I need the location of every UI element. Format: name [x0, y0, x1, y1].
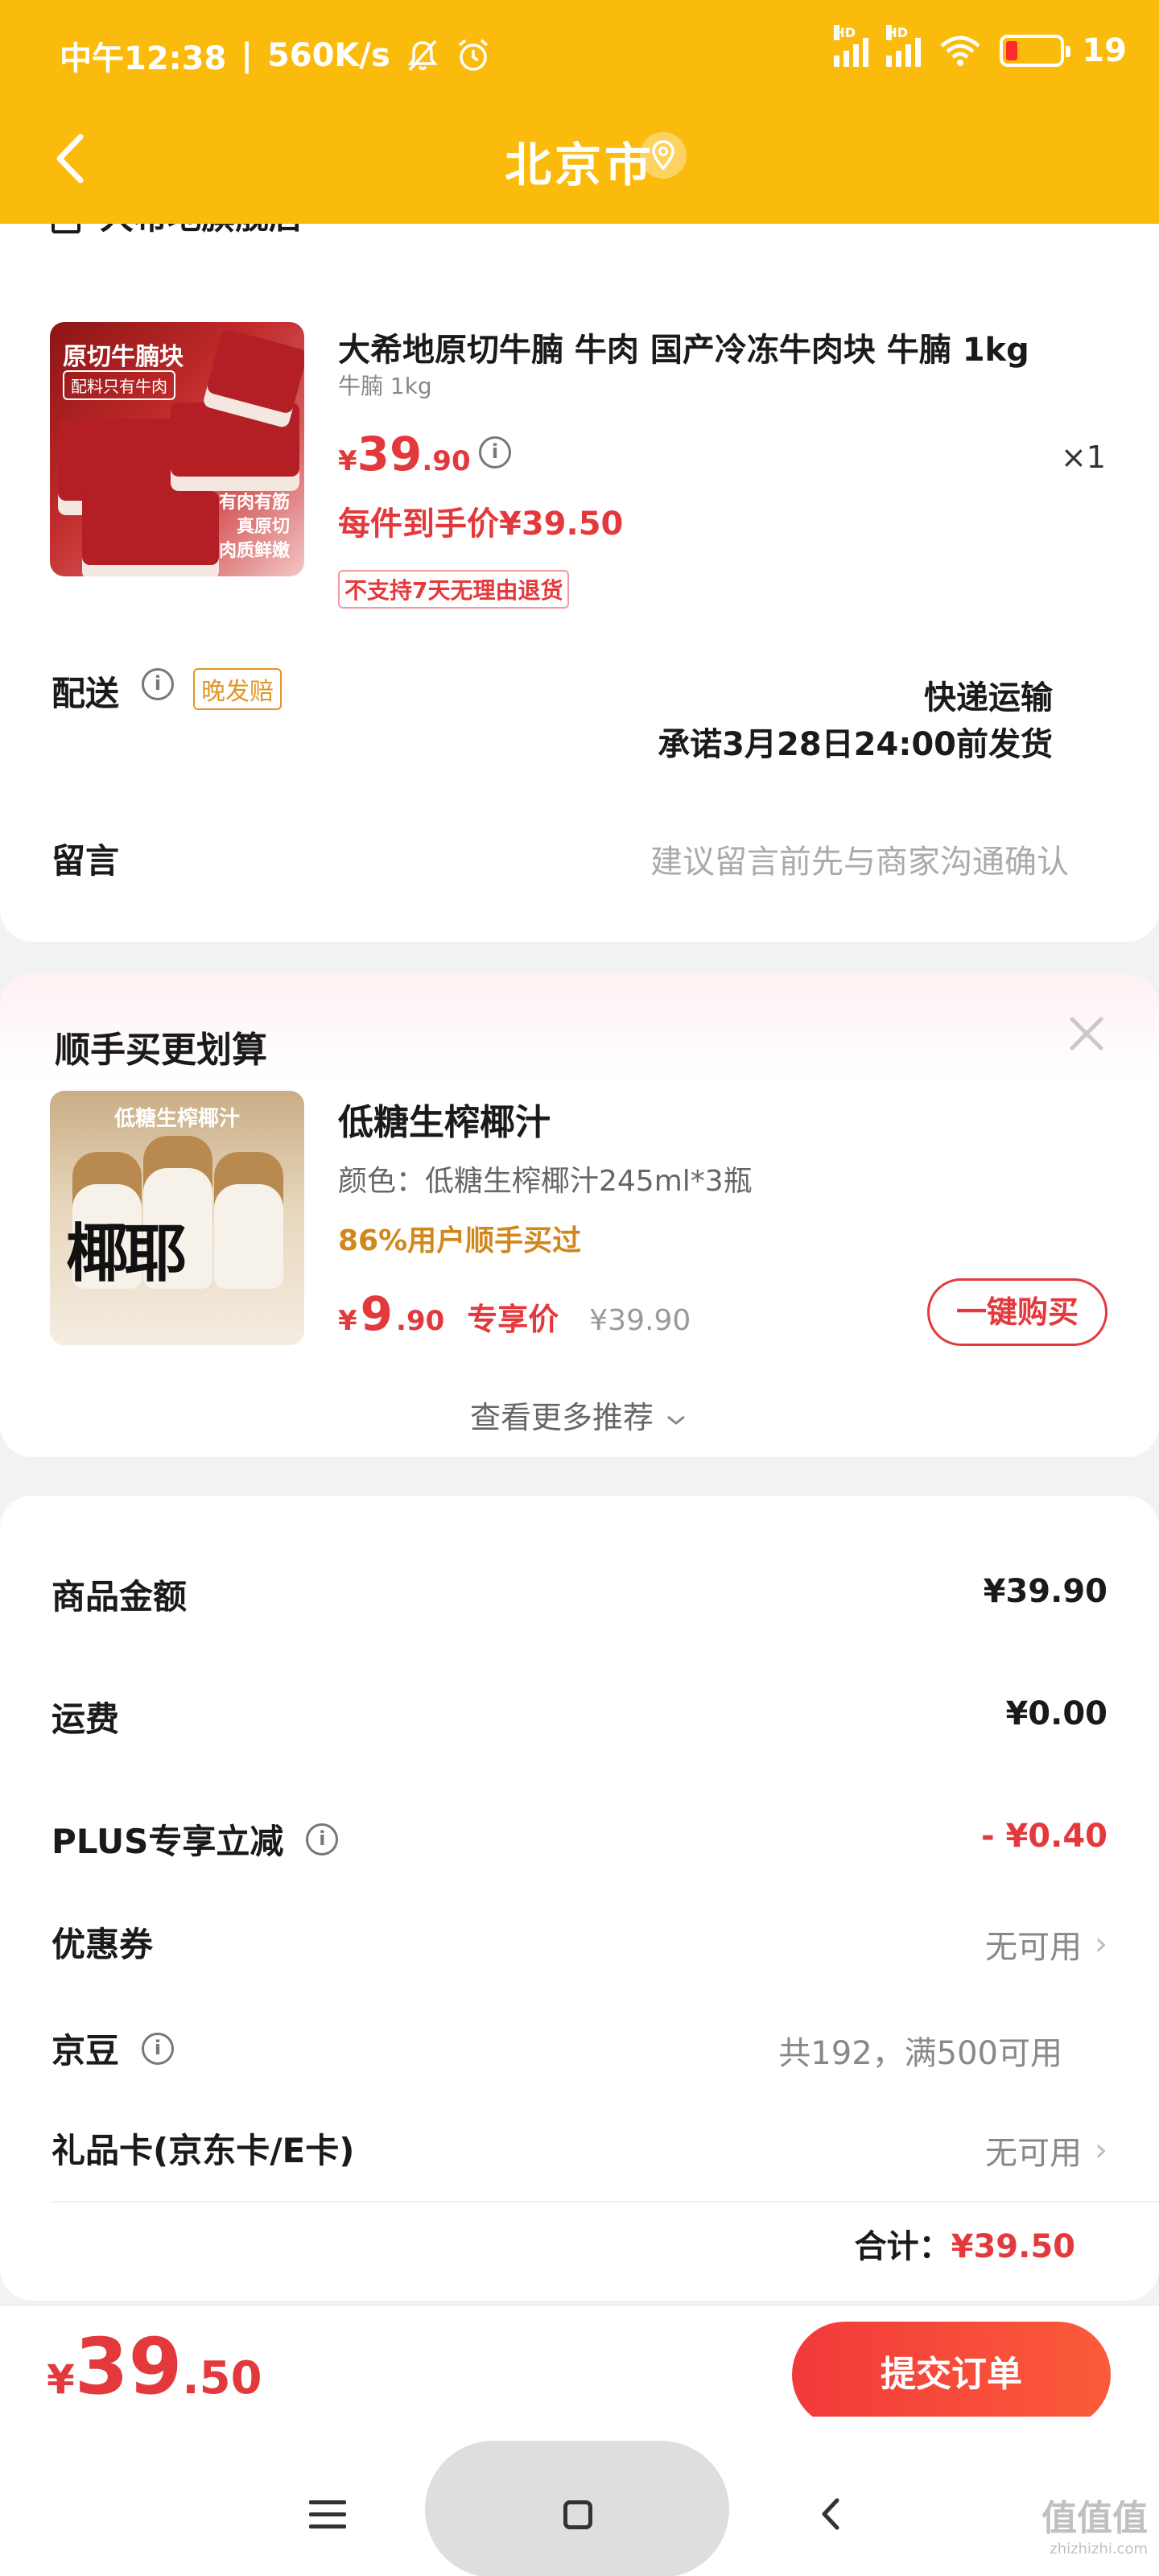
status-speed: 560K/s	[266, 37, 390, 74]
recommend-stat: 86%用户顺手买过	[338, 1224, 582, 1257]
summary-card: 商品金额 ¥39.90 运费 ¥0.00 PLUS专享立减 i - ¥0.40 …	[0, 1496, 1159, 2301]
recommend-price: ¥9.90 专享价 ¥39.90	[338, 1286, 691, 1341]
delivery-label: 配送	[52, 674, 120, 713]
status-bar: 中午12:38 | 560K/s HD HD 19	[60, 25, 1127, 77]
order-card: 大希地旗舰店 原切牛腩块 配料只有牛肉 有肉有筋 真原切 肉质鲜嫩 大希地原切牛…	[0, 185, 1159, 942]
mute-bell-icon	[407, 39, 438, 72]
chevron-right-icon: ›	[1095, 1926, 1107, 1963]
total-line: 合计：¥39.50	[854, 2228, 1075, 2265]
home-icon[interactable]	[563, 2500, 592, 2529]
recommend-title: 顺手买更划算	[55, 1030, 267, 1071]
signal-icon: HD	[834, 25, 869, 67]
summary-row-coupon[interactable]: 优惠券 无可用 ›	[52, 1918, 1107, 1974]
product-title[interactable]: 大希地原切牛腩 牛肉 国产冷冻牛肉块 牛腩 1kg	[338, 324, 1111, 370]
header: 中午12:38 | 560K/s HD HD 19 北京市	[0, 0, 1159, 224]
late-compensation-badge[interactable]: 晚发赔	[193, 668, 282, 710]
price-info-icon[interactable]: i	[479, 436, 511, 469]
recommend-card: 顺手买更划算 低糖生榨椰汁 椰耶 低糖生榨椰汁 颜色：低糖生榨椰汁245ml*3…	[0, 974, 1159, 1457]
submit-order-button[interactable]: 提交订单	[792, 2322, 1111, 2428]
close-icon[interactable]	[1064, 1011, 1109, 1056]
divider	[52, 2201, 1159, 2202]
checkout-price: ¥39.50	[47, 2322, 262, 2412]
summary-row-goods: 商品金额 ¥39.90	[52, 1573, 1107, 1616]
message-input[interactable]: 建议留言前先与商家沟通确认	[650, 836, 1069, 882]
jingdou-info-icon[interactable]: i	[142, 2032, 175, 2065]
return-policy-badge: 不支持7天无理由退货	[338, 570, 570, 609]
nav-row: 北京市	[0, 113, 1159, 201]
menu-icon[interactable]	[309, 2500, 346, 2529]
original-price: ¥39.90	[589, 1304, 691, 1337]
delivery-info-icon[interactable]: i	[142, 668, 174, 700]
one-click-buy-button[interactable]: 一键购买	[927, 1278, 1107, 1346]
checkout-bar: ¥39.50 提交订单	[0, 2304, 1159, 2428]
summary-row-shipping: 运费 ¥0.00	[52, 1695, 1107, 1739]
exclusive-price-label: 专享价	[467, 1302, 559, 1337]
summary-row-jingdou: 京豆 i 共192，满500可用	[52, 2031, 1062, 2072]
page-title[interactable]: 北京市	[0, 127, 1159, 195]
location-pin-icon[interactable]	[640, 132, 687, 179]
chevron-down-icon	[667, 1415, 685, 1425]
product-quantity: ×1	[1060, 440, 1106, 475]
recommend-product-spec: 颜色：低糖生榨椰汁245ml*3瓶	[338, 1165, 753, 1198]
recommend-product-name[interactable]: 低糖生榨椰汁	[338, 1093, 551, 1145]
delivery-promise: 承诺3月28日24:00前发货	[658, 726, 1053, 763]
signal-icon-2: HD	[886, 25, 922, 67]
back-icon[interactable]	[815, 2494, 847, 2534]
product-image[interactable]: 原切牛腩块 配料只有牛肉 有肉有筋 真原切 肉质鲜嫩	[50, 322, 304, 576]
chevron-right-icon: ›	[1095, 2132, 1107, 2169]
final-price: 每件到手价¥39.50	[338, 506, 624, 543]
battery-level: 19	[1082, 32, 1127, 69]
system-nav-bar: 值值值 zhizhizhi.com	[0, 2417, 1159, 2576]
recommend-product-image[interactable]: 低糖生榨椰汁 椰耶	[50, 1091, 304, 1345]
delivery-method: 快递运输	[924, 679, 1053, 716]
status-time: 中午12:38	[60, 40, 227, 77]
plus-info-icon[interactable]: i	[306, 1823, 339, 1856]
product-price: ¥39.90	[338, 427, 471, 481]
delivery-info[interactable]: 快递运输 承诺3月28日24:00前发货	[658, 675, 1053, 768]
summary-row-gift-card[interactable]: 礼品卡(京东卡/E卡) 无可用 ›	[52, 2124, 1107, 2180]
product-spec: 牛腩 1kg	[338, 373, 432, 399]
watermark: 值值值 zhizhizhi.com	[1041, 2498, 1148, 2558]
wifi-icon	[940, 35, 980, 66]
battery-icon	[1000, 35, 1071, 67]
summary-row-plus-discount: PLUS专享立减 i - ¥0.40	[52, 1818, 1107, 1861]
alarm-icon	[458, 39, 488, 71]
message-label: 留言	[52, 841, 120, 881]
see-more-recommendations[interactable]: 查看更多推荐	[0, 1393, 1159, 1437]
